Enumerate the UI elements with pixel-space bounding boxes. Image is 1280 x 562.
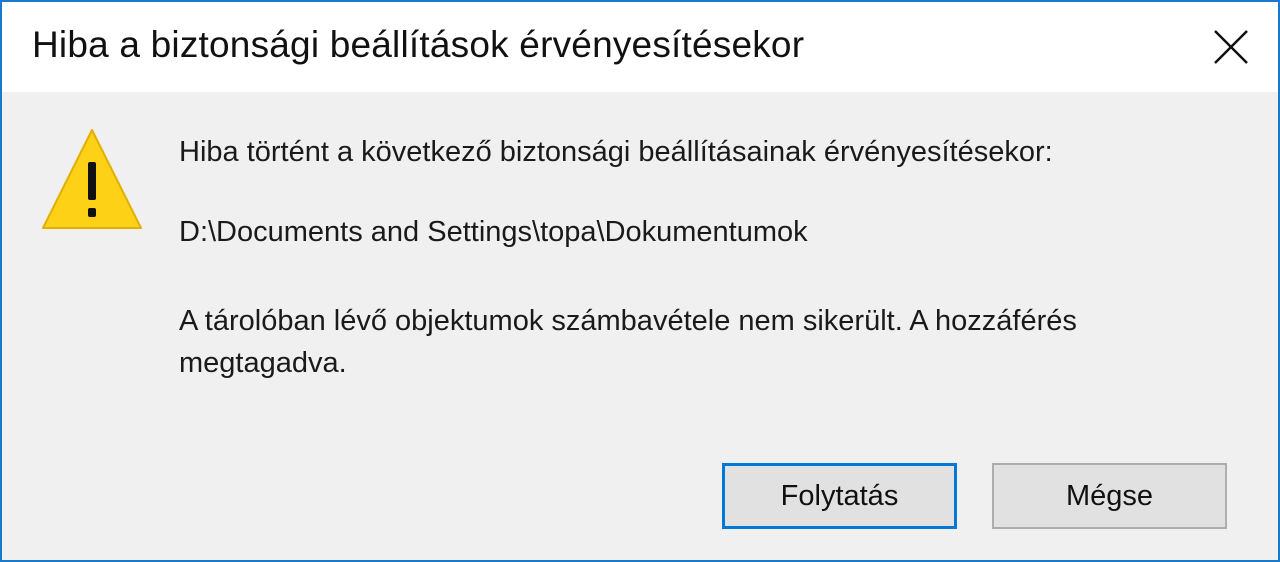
cancel-button-label: Mégse (1065, 480, 1154, 512)
cancel-button[interactable]: Mégse (992, 463, 1227, 529)
error-path: D:\Documents and Settings\topa\Dokumentu… (179, 216, 808, 248)
error-dialog: Hiba a biztonsági beállítások érvényesít… (0, 0, 1280, 562)
continue-button-label: Folytatás (780, 480, 899, 512)
error-message-heading: Hiba történt a következő biztonsági beál… (179, 136, 1053, 168)
title-bar: Hiba a biztonsági beállítások érvényesít… (2, 2, 1278, 92)
continue-button[interactable]: Folytatás (722, 463, 957, 529)
dialog-title: Hiba a biztonsági beállítások érvényesít… (32, 24, 805, 65)
error-detail: A tárolóban lévő objektumok számbavétele… (179, 305, 1077, 379)
warning-icon (40, 126, 144, 232)
close-button[interactable] (1186, 2, 1276, 92)
close-icon (1214, 30, 1248, 64)
